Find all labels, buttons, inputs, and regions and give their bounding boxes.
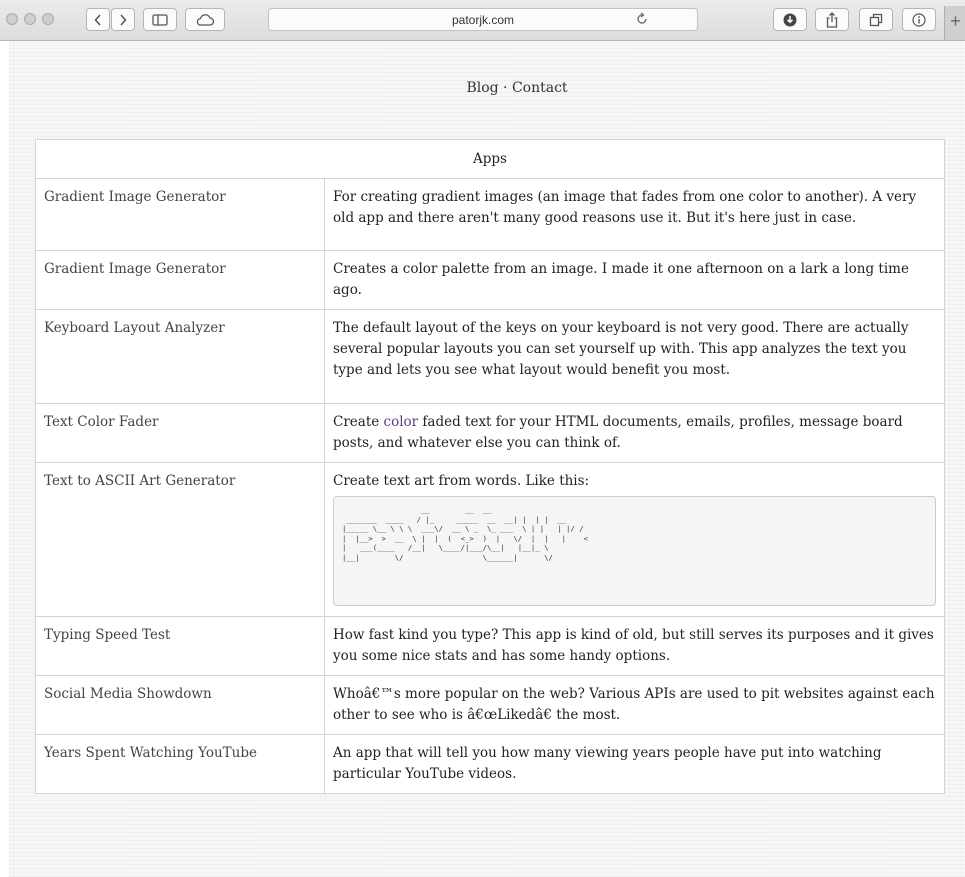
close-window-button[interactable]: [6, 13, 18, 25]
apps-table: Apps Gradient Image Generator For creati…: [35, 139, 945, 794]
cloud-icon: [196, 13, 215, 26]
app-name-link[interactable]: Gradient Image Generator: [35, 250, 325, 310]
downloads-button[interactable]: [773, 8, 807, 31]
table-row: Typing Speed Test How fast kind you type…: [35, 616, 945, 676]
color-word: color: [383, 414, 419, 430]
top-navigation: Blog · Contact: [9, 80, 965, 96]
info-icon: [912, 12, 926, 27]
zoom-window-button[interactable]: [42, 13, 54, 25]
app-name-link[interactable]: Text Color Fader: [35, 403, 325, 463]
app-description: Creates a color palette from an image. I…: [324, 250, 945, 310]
app-description: Create color faded text for your HTML do…: [324, 403, 945, 463]
description-text: Create: [333, 414, 384, 430]
app-description: Create text art from words. Like this: _…: [324, 462, 945, 617]
share-icon: [826, 11, 838, 28]
app-name-link[interactable]: Typing Speed Test: [35, 616, 325, 676]
app-description: The default layout of the keys on your k…: [324, 309, 945, 404]
new-tab-button[interactable]: +: [944, 6, 965, 40]
app-description: How fast kind you type? This app is kind…: [324, 616, 945, 676]
nav-separator: ·: [503, 80, 508, 96]
table-row: Gradient Image Generator For creating gr…: [35, 178, 945, 251]
download-icon: [783, 13, 797, 26]
share-button[interactable]: [815, 8, 849, 31]
app-name-link[interactable]: Gradient Image Generator: [35, 178, 325, 251]
tabs-icon: [869, 13, 883, 26]
table-row: Social Media Showdown Whoâ€™s more popul…: [35, 675, 945, 735]
browser-toolbar: patorjk.com +: [0, 0, 965, 41]
app-name-link[interactable]: Keyboard Layout Analyzer: [35, 309, 325, 404]
table-row: Gradient Image Generator Creates a color…: [35, 250, 945, 310]
description-text: faded text for your HTML documents, emai…: [333, 414, 903, 451]
info-button[interactable]: [902, 8, 936, 31]
app-name-link[interactable]: Text to ASCII Art Generator: [35, 462, 325, 617]
description-text: Create text art from words. Like this:: [333, 473, 590, 489]
blog-link[interactable]: Blog: [466, 80, 498, 96]
icloud-tabs-button[interactable]: [185, 8, 225, 31]
app-description: For creating gradient images (an image t…: [324, 178, 945, 251]
back-button[interactable]: [86, 8, 110, 31]
app-description: An app that will tell you how many viewi…: [324, 734, 945, 794]
address-bar[interactable]: patorjk.com: [268, 8, 698, 31]
url-text: patorjk.com: [451, 13, 515, 27]
ascii-art: __ __ __ _______ ____ / |_ _____ __ __| …: [342, 505, 589, 562]
forward-button[interactable]: [111, 8, 135, 31]
app-name-link[interactable]: Social Media Showdown: [35, 675, 325, 735]
table-row: Years Spent Watching YouTube An app that…: [35, 734, 945, 794]
app-description: Whoâ€™s more popular on the web? Various…: [324, 675, 945, 735]
minimize-window-button[interactable]: [24, 13, 36, 25]
reload-icon[interactable]: [635, 12, 649, 26]
table-row: Text to ASCII Art Generator Create text …: [35, 462, 945, 617]
sidebar-icon: [152, 13, 168, 26]
ascii-art-box: __ __ __ _______ ____ / |_ _____ __ __| …: [333, 496, 936, 606]
apps-table-header: Apps: [35, 139, 945, 179]
show-tabs-button[interactable]: [859, 8, 893, 31]
page-content: Blog · Contact Apps Gradient Image Gener…: [9, 41, 965, 877]
table-row: Keyboard Layout Analyzer The default lay…: [35, 309, 945, 404]
table-row: Text Color Fader Create color faded text…: [35, 403, 945, 463]
contact-link[interactable]: Contact: [512, 80, 568, 96]
app-name-link[interactable]: Years Spent Watching YouTube: [35, 734, 325, 794]
chevron-right-icon: [120, 13, 127, 26]
chevron-left-icon: [94, 13, 101, 26]
sidebar-button[interactable]: [143, 8, 177, 31]
